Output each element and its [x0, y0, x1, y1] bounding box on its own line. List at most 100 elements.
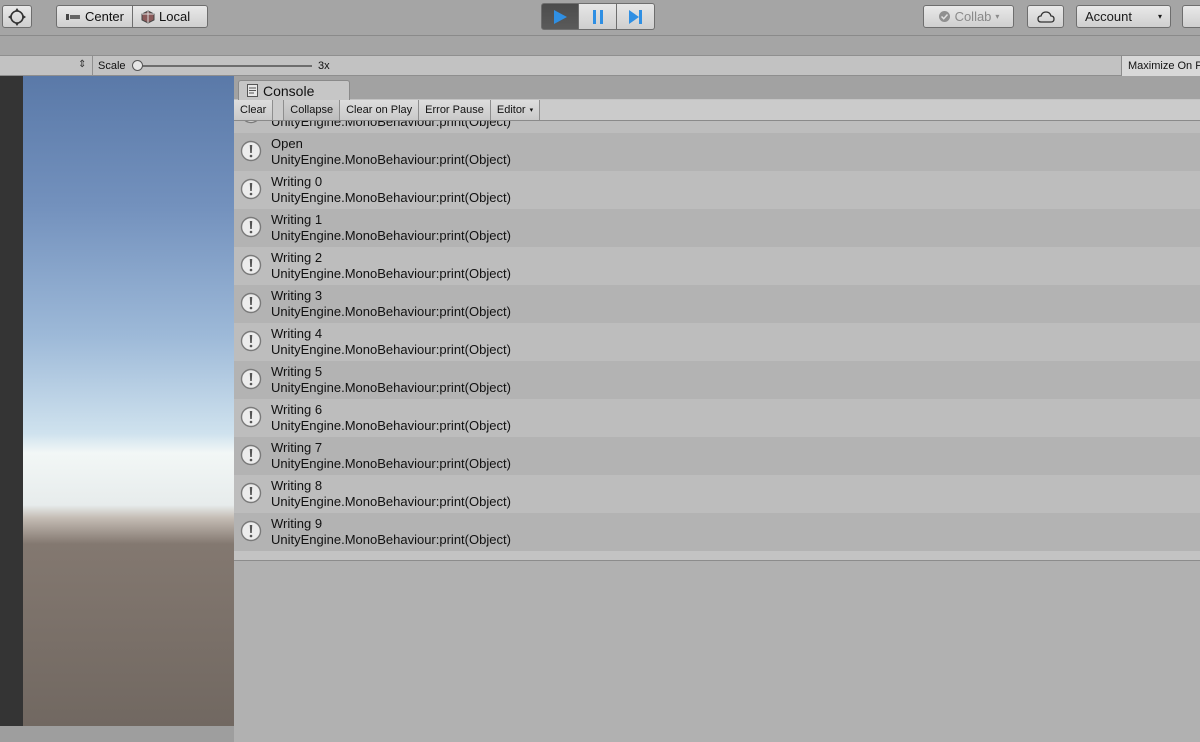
warning-icon [240, 216, 262, 238]
collab-label: Collab [954, 9, 992, 24]
chevron-down-icon: ▾ [529, 107, 534, 114]
console-log-entry[interactable]: Writing 3 UnityEngine.MonoBehaviour:print… [234, 285, 1200, 323]
pause-icon [592, 9, 603, 24]
pivot-local-button[interactable]: Local [132, 5, 208, 28]
cloud-icon [1036, 10, 1055, 23]
transform-gizmo-button[interactable] [2, 5, 32, 28]
step-button[interactable] [617, 3, 655, 30]
log-stack-trace: UnityEngine.MonoBehaviour:print(Object) [271, 342, 511, 357]
game-view-viewport[interactable] [23, 76, 234, 726]
console-detail-pane [234, 561, 1200, 742]
collapse-label: Collapse [290, 104, 334, 116]
log-message: Writing 4 [271, 326, 323, 341]
play-button[interactable] [541, 3, 579, 30]
play-icon [554, 9, 567, 24]
log-stack-trace: UnityEngine.MonoBehaviour:print(Object) [271, 152, 511, 167]
tab-console[interactable]: Console [238, 80, 350, 100]
scale-label: Scale [98, 60, 126, 72]
warning-icon [240, 121, 262, 124]
account-label: Account [1085, 9, 1132, 24]
transform-gizmo-icon [8, 7, 26, 26]
scale-value: 3x [318, 60, 330, 72]
console-tab-bar: Console [234, 76, 1200, 100]
clear-on-play-label: Clear on Play [346, 104, 413, 116]
console-log-entry[interactable]: Opening serial portUnityEngine.MonoBehav… [234, 121, 1200, 133]
console-toolbar: Clear Collapse Clear on Play Error Pause… [234, 100, 1200, 121]
console-log-list[interactable]: Opening serial portUnityEngine.MonoBehav… [234, 121, 1200, 561]
console-log-entry[interactable]: Writing 0 UnityEngine.MonoBehaviour:print… [234, 171, 1200, 209]
log-stack-trace: UnityEngine.MonoBehaviour:print(Object) [271, 380, 511, 395]
secondary-toolbar [0, 36, 1200, 56]
log-message: Writing 8 [271, 478, 323, 493]
console-log-entry[interactable]: Writing 2 UnityEngine.MonoBehaviour:print… [234, 247, 1200, 285]
clear-on-play-toggle[interactable]: Clear on Play [340, 100, 420, 120]
log-message: Writing 0 [271, 174, 323, 189]
console-log-entry[interactable]: Writing 6 UnityEngine.MonoBehaviour:print… [234, 399, 1200, 437]
chevron-down-icon: ▾ [1157, 12, 1162, 21]
main-toolbar: Center Local Collab ▾ Account ▾ [0, 0, 1200, 36]
log-stack-trace: UnityEngine.MonoBehaviour:print(Object) [271, 266, 511, 281]
scale-slider-thumb[interactable] [132, 60, 143, 71]
log-stack-trace: UnityEngine.MonoBehaviour:print(Object) [271, 494, 511, 509]
error-pause-toggle[interactable]: Error Pause [419, 100, 491, 120]
log-stack-trace: UnityEngine.MonoBehaviour:print(Object) [271, 190, 511, 205]
game-view-toolbar: ⇕ Scale 3x Maximize On Play [0, 56, 1200, 76]
warning-icon [240, 520, 262, 542]
log-stack-trace: UnityEngine.MonoBehaviour:print(Object) [271, 418, 511, 433]
editor-label: Editor [496, 104, 526, 116]
console-log-entry[interactable]: Writing 8 UnityEngine.MonoBehaviour:print… [234, 475, 1200, 513]
collab-check-icon [938, 11, 950, 22]
warning-icon [240, 178, 262, 200]
log-message: Writing 9 [271, 516, 323, 531]
log-stack-trace: UnityEngine.MonoBehaviour:print(Object) [271, 121, 511, 129]
console-log-entry[interactable]: Writing 9 UnityEngine.MonoBehaviour:print… [234, 513, 1200, 551]
clear-button[interactable]: Clear [234, 100, 274, 120]
tab-console-label: Console [263, 82, 315, 99]
cloud-services-button[interactable] [1027, 5, 1064, 28]
playback-controls [541, 3, 655, 30]
warning-icon [240, 254, 262, 276]
collapse-toggle[interactable]: Collapse [283, 100, 341, 120]
toolbar-divider [92, 56, 93, 76]
log-message: Open [271, 136, 303, 151]
editor-dropdown[interactable]: Editor ▾ [490, 100, 541, 120]
dock-left-edge [0, 76, 23, 726]
warning-icon [240, 482, 262, 504]
warning-icon [240, 444, 262, 466]
console-log-entry[interactable]: Writing 7 UnityEngine.MonoBehaviour:print… [234, 437, 1200, 475]
warning-icon [240, 330, 262, 352]
console-log-entry[interactable]: Writing 1 UnityEngine.MonoBehaviour:print… [234, 209, 1200, 247]
display-dropdown-icon[interactable]: ⇕ [78, 59, 92, 73]
warning-icon [240, 406, 262, 428]
warning-icon [240, 140, 262, 162]
console-log-entry[interactable]: Writing 5 UnityEngine.MonoBehaviour:print… [234, 361, 1200, 399]
console-window: Console Clear Collapse Clear on Play Err… [234, 76, 1200, 742]
log-message: Writing 1 [271, 212, 323, 227]
log-message: Writing 7 [271, 440, 323, 455]
pivot-toggle-group: Center Local [56, 5, 208, 28]
layers-dropdown[interactable] [1182, 5, 1200, 28]
pivot-local-icon [141, 9, 155, 24]
pause-button[interactable] [579, 3, 617, 30]
log-message: Writing 2 [271, 250, 323, 265]
collab-button[interactable]: Collab ▾ [923, 5, 1014, 28]
scale-slider-track[interactable] [137, 65, 312, 67]
warning-icon [240, 292, 262, 314]
console-log-entry[interactable]: Writing 4 UnityEngine.MonoBehaviour:print… [234, 323, 1200, 361]
pivot-center-icon [65, 13, 80, 20]
log-message: Writing 3 [271, 288, 323, 303]
step-icon [628, 9, 642, 24]
log-stack-trace: UnityEngine.MonoBehaviour:print(Object) [271, 532, 511, 547]
pivot-center-button[interactable]: Center [56, 5, 132, 28]
maximize-label: Maximize On Play [1128, 60, 1200, 72]
console-icon [247, 84, 258, 97]
console-log-entry[interactable]: Open UnityEngine.MonoBehaviour:print(Obje… [234, 133, 1200, 171]
pivot-local-label: Local [159, 9, 191, 24]
clear-label: Clear [240, 104, 267, 116]
pivot-center-label: Center [84, 9, 124, 24]
log-stack-trace: UnityEngine.MonoBehaviour:print(Object) [271, 456, 511, 471]
account-dropdown[interactable]: Account ▾ [1076, 5, 1171, 28]
status-bar [0, 726, 234, 742]
log-stack-trace: UnityEngine.MonoBehaviour:print(Object) [271, 228, 511, 243]
maximize-on-play-button[interactable]: Maximize On Play [1121, 56, 1200, 76]
